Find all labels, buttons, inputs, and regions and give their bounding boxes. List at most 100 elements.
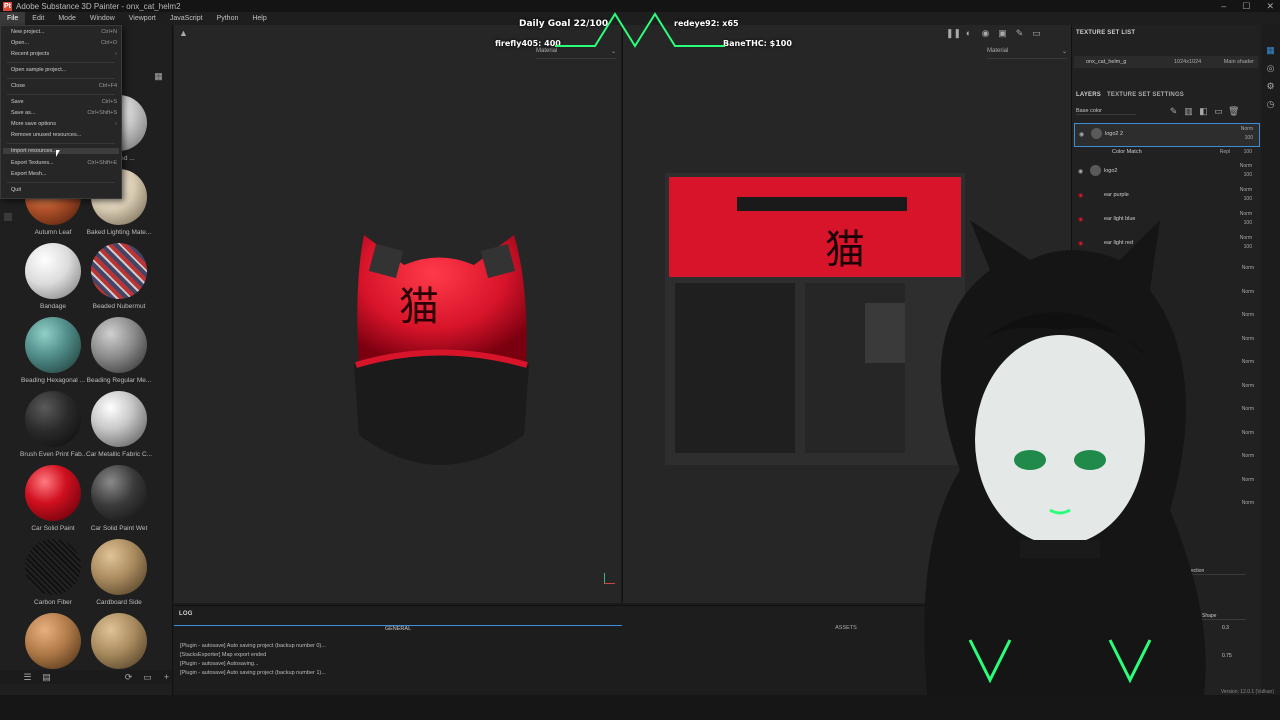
- channel-select[interactable]: Base color: [1076, 108, 1136, 115]
- menu-export-textures[interactable]: Export Textures... Ctrl+Shift+E: [11, 160, 117, 166]
- visibility-icon[interactable]: ◉: [1079, 131, 1084, 138]
- material-item[interactable]: Bandage: [20, 243, 86, 310]
- mouse-cursor: [56, 150, 60, 157]
- pause-icon[interactable]: ❚❚: [946, 28, 961, 39]
- vtuber-avatar-overlay: [924, 220, 1206, 720]
- layers-icon[interactable]: ▦: [1265, 45, 1276, 56]
- menu-remove-unused[interactable]: Remove unused resources...: [11, 132, 117, 138]
- material-item[interactable]: Beaded Nubermut: [86, 243, 152, 310]
- menu-more-save-options[interactable]: More save options ›: [11, 121, 117, 127]
- menu-python[interactable]: Python: [210, 12, 246, 25]
- fill-icon[interactable]: ▥: [1183, 106, 1194, 117]
- material-item[interactable]: Car Metallic Fabric C...: [86, 391, 152, 458]
- menu-save-as[interactable]: Save as... Ctrl+Shift+S: [11, 110, 117, 116]
- mask-icon[interactable]: ◧: [1198, 106, 1209, 117]
- menu-open-sample[interactable]: Open sample project...: [11, 67, 117, 73]
- material-name: Beaded Nubermut: [92, 303, 146, 310]
- material-item[interactable]: Beading Regular Me...: [86, 317, 152, 384]
- maximize-icon[interactable]: ☐: [1242, 0, 1250, 12]
- view-split-icon[interactable]: ▣: [997, 28, 1008, 39]
- shelf-icon[interactable]: ◎: [1265, 63, 1276, 74]
- shelf-side-icon[interactable]: [4, 213, 12, 221]
- material-item[interactable]: Car Solid Paint: [20, 465, 86, 532]
- log-line: [Plugin - autosave] Auto saving project …: [180, 643, 326, 649]
- material-item[interactable]: [86, 613, 152, 669]
- log-line: [Plugin - autosave] Autosaving...: [180, 661, 259, 667]
- menu-edit[interactable]: Edit: [25, 12, 51, 25]
- filter-icon[interactable]: ▤: [41, 672, 52, 683]
- menu-new-project[interactable]: New project... Ctrl+N: [11, 29, 117, 35]
- material-thumbnail: [91, 243, 147, 299]
- material-item[interactable]: [20, 613, 86, 669]
- svg-text:猫: 猫: [825, 227, 865, 273]
- refresh-icon[interactable]: ⟳: [123, 672, 134, 683]
- delete-icon[interactable]: 🗑: [1228, 106, 1239, 117]
- log-line: [Plugin - autosave] Auto saving project …: [180, 670, 326, 676]
- menu-window[interactable]: Window: [83, 12, 122, 25]
- material-item[interactable]: Car Solid Paint Wet: [86, 465, 152, 532]
- texture-set-row[interactable]: onx_cat_helm_g 1024x1024 Main shader: [1074, 56, 1258, 68]
- neon-overlay-frame: [555, 12, 725, 48]
- folder-icon[interactable]: ▭: [142, 672, 153, 683]
- material-thumbnail: [91, 539, 147, 595]
- history-icon[interactable]: ◷: [1265, 99, 1276, 110]
- close-icon[interactable]: ✕: [1266, 0, 1274, 12]
- list-view-icon[interactable]: ☰: [22, 672, 33, 683]
- layer-row[interactable]: ◉ logo2 2 Norm 100: [1074, 123, 1260, 147]
- material-select-2d[interactable]: Material ⌄: [987, 48, 1067, 59]
- layer-row[interactable]: ◉ ear purple Norm 100: [1074, 185, 1258, 207]
- tab-layers[interactable]: LAYERS: [1076, 92, 1101, 102]
- menu-recent-projects[interactable]: Recent projects ›: [11, 51, 117, 57]
- material-name: Autumn Leaf: [34, 229, 72, 236]
- tab-texture-set-settings[interactable]: TEXTURE SET SETTINGS: [1107, 92, 1184, 102]
- paint-brush-icon[interactable]: ✎: [1014, 28, 1025, 39]
- viewport-3d[interactable]: Material ⌄ ▲ 猫: [174, 25, 621, 603]
- menu-close[interactable]: Close Ctrl+F4: [11, 83, 117, 89]
- visibility-icon[interactable]: ◉: [1078, 192, 1083, 199]
- layer-row[interactable]: Color Match Repl 100: [1074, 146, 1258, 158]
- menu-mode[interactable]: Mode: [51, 12, 83, 25]
- material-item[interactable]: Carbon Fiber: [20, 539, 86, 606]
- material-name: Carbon Fiber: [34, 599, 72, 606]
- material-item[interactable]: Cardboard Side: [86, 539, 152, 606]
- add-icon[interactable]: +: [161, 672, 172, 683]
- menu-export-mesh[interactable]: Export Mesh...: [11, 171, 117, 177]
- donor-banethc: BaneTHC: $100: [723, 39, 792, 48]
- texture-set-list-title: TEXTURE SET LIST: [1076, 30, 1136, 36]
- menu-quit[interactable]: Quit: [11, 187, 117, 193]
- material-name: Baked Lighting Mate...: [86, 229, 152, 236]
- screenshot-icon[interactable]: ▭: [1031, 28, 1042, 39]
- material-item[interactable]: Brush Even Print Fab...: [20, 391, 86, 458]
- material-thumbnail: [91, 465, 147, 521]
- material-item[interactable]: Beading Hexagonal ...: [20, 317, 86, 384]
- menu-save[interactable]: Save Ctrl+S: [11, 99, 117, 105]
- material-thumbnail: [25, 317, 81, 373]
- folder-icon[interactable]: ▭: [1213, 106, 1224, 117]
- material-name: Car Solid Paint: [31, 525, 75, 532]
- menu-open[interactable]: Open... Ctrl+O: [11, 40, 117, 46]
- brush-icon[interactable]: ✎: [1168, 106, 1179, 117]
- svg-text:猫: 猫: [399, 284, 439, 330]
- visibility-icon[interactable]: ◉: [1078, 168, 1083, 175]
- grid-view-icon[interactable]: ▦: [153, 71, 164, 82]
- material-name: Beading Hexagonal ...: [21, 377, 85, 384]
- file-menu-dropdown: New project... Ctrl+N Open... Ctrl+O Recen…: [0, 25, 122, 199]
- menu-javascript[interactable]: JavaScript: [163, 12, 210, 25]
- material-thumbnail: [25, 613, 81, 669]
- settings-icon[interactable]: ⚙: [1265, 81, 1276, 92]
- menu-help[interactable]: Help: [245, 12, 273, 25]
- tab-general[interactable]: GENERAL: [174, 625, 622, 634]
- camera-mode-icon[interactable]: ◐: [963, 28, 974, 39]
- layer-thumbnail: [1090, 165, 1101, 176]
- menu-viewport[interactable]: Viewport: [122, 12, 163, 25]
- menu-import-resources[interactable]: Import resources...: [3, 148, 119, 154]
- app-icon: Pt: [3, 1, 12, 11]
- material-thumbnail: [25, 243, 81, 299]
- layer-row[interactable]: ◉ logo2 Norm 100: [1074, 161, 1258, 183]
- viewport-toolbar: ❚❚ ◐ ◉ ▣ ✎ ▭: [946, 28, 1042, 39]
- layer-blend-column: Norm Norm Norm Norm Norm Norm Norm Norm Norm Norm…: [1241, 265, 1254, 506]
- menu-file[interactable]: File: [0, 12, 26, 25]
- display-icon[interactable]: ◉: [980, 28, 991, 39]
- minimize-icon[interactable]: –: [1221, 0, 1226, 12]
- camera-icon[interactable]: ▲: [178, 28, 189, 39]
